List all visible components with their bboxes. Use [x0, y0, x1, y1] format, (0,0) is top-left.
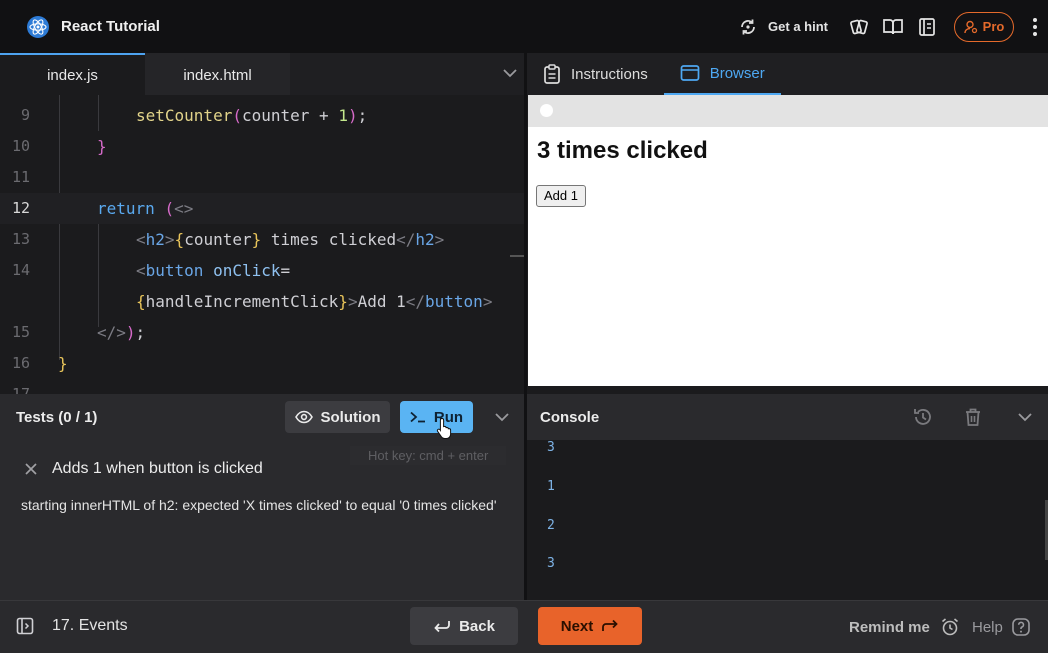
book-open-icon[interactable]	[882, 16, 904, 38]
solution-button[interactable]: Solution	[285, 401, 390, 433]
forward-arrow-icon	[602, 619, 619, 631]
code-line: 15 </>);	[11, 323, 146, 342]
history-icon[interactable]	[912, 406, 934, 428]
lesson-selector[interactable]: 17. Events	[16, 617, 128, 635]
next-button[interactable]: Next	[538, 607, 642, 645]
clipboard-icon	[544, 64, 560, 84]
next-label: Next	[560, 617, 594, 635]
tests-title: Tests (0 / 1)	[16, 408, 98, 426]
preview-heading: 3 times clicked	[537, 137, 708, 164]
back-label: Back	[459, 617, 495, 635]
remind-me-button[interactable]: Remind me	[849, 617, 960, 637]
preview-dot-icon	[540, 104, 553, 117]
chevron-down-icon[interactable]	[500, 63, 520, 83]
console-log-line: 1	[547, 479, 555, 494]
hint-refresh-icon	[741, 19, 755, 34]
right-panel-tab-bar: Instructions Browser	[527, 53, 1048, 95]
sidebar-toggle-icon	[16, 617, 34, 635]
tab-label: index.html	[183, 66, 252, 84]
console-output: 3 1 2 3	[527, 440, 1048, 600]
tab-label: Browser	[709, 64, 765, 82]
close-icon	[25, 463, 37, 475]
solution-label: Solution	[320, 408, 381, 426]
code-line: 11	[11, 168, 30, 186]
tab-index-js[interactable]: index.js	[0, 53, 145, 95]
top-bar: React Tutorial Get a hint Pro	[0, 0, 1048, 53]
editor-tab-bar: index.js index.html	[0, 53, 524, 95]
chevron-down-icon[interactable]	[1014, 406, 1036, 428]
test-item[interactable]: Adds 1 when button is clicked	[24, 460, 263, 478]
hotkey-tooltip: Hot key: cmd + enter	[350, 446, 507, 465]
remind-label: Remind me	[849, 618, 930, 636]
preview-toolbar	[528, 95, 1048, 127]
console-log-line: 2	[547, 518, 555, 533]
more-menu-icon[interactable]	[1022, 0, 1048, 53]
tab-instructions[interactable]: Instructions	[527, 53, 664, 95]
tab-index-html[interactable]: index.html	[145, 53, 290, 95]
console-log-line: 3	[547, 556, 555, 571]
notebook-icon[interactable]	[916, 16, 938, 38]
terminal-icon	[410, 411, 425, 423]
code-line: 17	[11, 385, 30, 395]
console-log-line: 3	[547, 440, 555, 455]
code-line: 13 <h2>{counter} times clicked</h2>	[11, 230, 445, 249]
preview-add-button[interactable]: Add 1	[536, 185, 586, 207]
pro-button[interactable]: Pro	[954, 11, 1014, 42]
tab-label: Instructions	[571, 65, 648, 83]
code-line: 9 setCounter(counter + 1);	[20, 106, 368, 125]
browser-preview: 3 times clicked Add 1	[528, 95, 1048, 386]
bottom-bar: 17. Events Back Next Remind me Help	[0, 600, 1048, 653]
eye-icon	[294, 410, 313, 424]
console-title: Console	[540, 408, 600, 426]
help-circle-icon	[1012, 618, 1030, 636]
pro-user-icon	[963, 20, 977, 33]
console-header: Console	[527, 394, 1048, 440]
code-line: {handleIncrementClick}>Add 1</button>	[136, 292, 493, 311]
react-logo-icon	[26, 15, 50, 39]
help-label: Help	[972, 618, 1003, 636]
get-hint-label: Get a hint	[768, 19, 828, 34]
back-button[interactable]: Back	[410, 607, 518, 645]
app-title: React Tutorial	[61, 18, 160, 35]
chevron-down-icon[interactable]	[492, 407, 512, 427]
lesson-label: 17. Events	[52, 617, 128, 634]
code-line-current: 12 return (<>	[0, 193, 524, 224]
test-failure-message: starting innerHTML of h2: expected 'X ti…	[21, 497, 497, 513]
pro-label: Pro	[982, 19, 1005, 34]
pointer-hand-icon	[436, 417, 452, 439]
cards-icon[interactable]	[848, 16, 870, 38]
code-line: 16 }	[11, 354, 68, 373]
return-arrow-icon	[434, 621, 450, 633]
get-hint-button[interactable]: Get a hint	[738, 17, 828, 37]
code-line: 14 <button onClick=	[11, 261, 291, 280]
editor-scrollbar[interactable]	[510, 255, 524, 257]
trash-icon[interactable]	[962, 406, 984, 428]
alarm-clock-icon	[941, 618, 958, 636]
test-item-label: Adds 1 when button is clicked	[52, 460, 263, 477]
help-button[interactable]: Help	[972, 617, 1031, 637]
tab-label: index.js	[47, 66, 98, 84]
code-line: 10 }	[11, 137, 107, 156]
code-editor[interactable]: 9 setCounter(counter + 1); 10 } 11 12 re…	[0, 95, 524, 395]
browser-window-icon	[680, 65, 700, 81]
tab-browser[interactable]: Browser	[663, 53, 781, 95]
